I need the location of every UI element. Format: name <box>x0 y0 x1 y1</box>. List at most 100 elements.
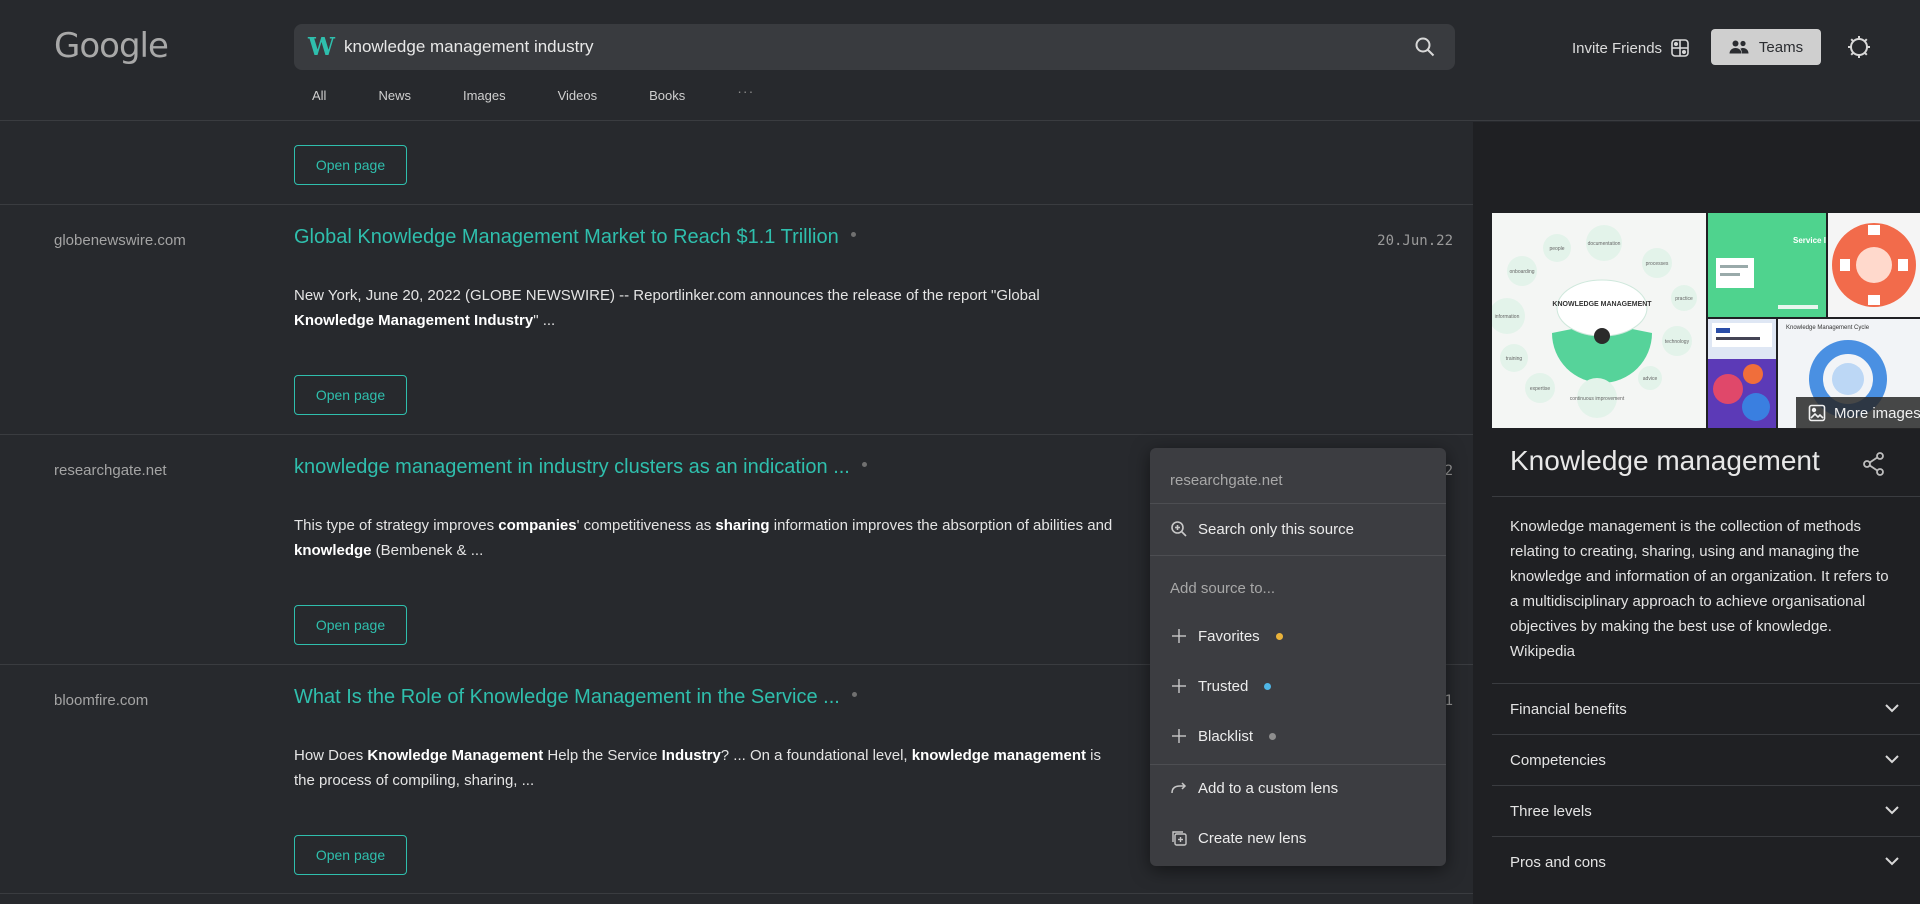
plus-icon <box>1172 679 1186 693</box>
add-custom-lens-item[interactable]: Add to a custom lens <box>1170 779 1338 797</box>
image-grid[interactable]: KNOWLEDGE MANAGEMENT people documentatio… <box>1492 213 1920 429</box>
result-snippet: This type of strategy improves companies… <box>294 513 1114 563</box>
service-image-label: Service I <box>1793 236 1826 245</box>
diagram-node-label: people <box>1549 246 1564 252</box>
km-cycle-label: Knowledge Management Cycle <box>1786 325 1870 331</box>
result-title[interactable]: Global Knowledge Management Market to Re… <box>294 226 856 249</box>
menu-section-label: Add source to... <box>1170 580 1276 597</box>
accordion-financial-benefits[interactable]: Financial benefits <box>1492 683 1920 734</box>
cycle-image[interactable] <box>1828 213 1920 317</box>
snippet-highlight: Industry <box>661 747 721 764</box>
panel-description: Knowledge management is the collection o… <box>1510 518 1889 660</box>
tab-books[interactable]: Books <box>649 88 685 104</box>
tab-more[interactable]: ··· <box>737 83 754 99</box>
diagram-node-label: technology <box>1665 339 1690 345</box>
open-page-button[interactable]: Open page <box>294 375 407 415</box>
snippet-highlight: knowledge management <box>911 747 1086 764</box>
zoom-in-icon <box>1171 521 1187 537</box>
diagram-node-label: expertise <box>1530 386 1551 392</box>
result-title[interactable]: knowledge management in industry cluster… <box>294 456 867 479</box>
favorites-dot <box>1275 632 1283 640</box>
snippet-highlight: Knowledge Management <box>367 747 544 764</box>
result-domain[interactable]: researchgate.net <box>54 462 167 479</box>
snippet-text: New York, June 20, 2022 (GLOBE NEWSWIRE)… <box>294 287 1040 304</box>
blacklist-item[interactable]: Blacklist <box>1170 727 1277 745</box>
search-input[interactable]: knowledge management industry <box>344 37 593 57</box>
menu-divider <box>1150 764 1446 765</box>
snippet-highlight: knowledge <box>294 542 372 559</box>
chevron-down-icon <box>1885 857 1899 866</box>
km-diagram-image[interactable]: KNOWLEDGE MANAGEMENT people documentatio… <box>1492 213 1706 428</box>
diagram-node-label: training <box>1506 356 1523 362</box>
teams-button[interactable]: Teams <box>1711 29 1821 65</box>
panel-divider <box>1492 496 1920 497</box>
google-logo[interactable]: Google <box>54 26 169 66</box>
result-domain[interactable]: globenewswire.com <box>54 232 186 249</box>
open-page-button[interactable]: Open page <box>294 605 407 645</box>
result-title-link[interactable]: Global Knowledge Management Market to Re… <box>294 226 839 248</box>
search-icon[interactable] <box>1413 35 1437 59</box>
chevron-down-icon <box>1885 755 1899 764</box>
more-images-button[interactable]: More images <box>1796 397 1920 429</box>
create-new-lens-item[interactable]: Create new lens <box>1170 829 1306 847</box>
menu-item-label: Favorites <box>1198 627 1260 645</box>
snippet-text: ' competitiveness as <box>576 517 716 534</box>
snippet-text: This type of strategy improves <box>294 517 499 534</box>
diagram-node-label: advice <box>1643 376 1658 382</box>
tab-videos[interactable]: Videos <box>558 88 598 104</box>
people-icon <box>1729 40 1749 54</box>
open-page-button[interactable]: Open page <box>294 835 407 875</box>
search-only-source-item[interactable]: Search only this source <box>1170 520 1354 538</box>
snippet-text: ? ... On a foundational level, <box>720 747 912 764</box>
snippet-highlight: sharing <box>715 517 770 534</box>
menu-item-label: Blacklist <box>1198 727 1254 745</box>
tab-all[interactable]: All <box>312 88 326 104</box>
accordion-label: Pros and cons <box>1510 854 1606 871</box>
result-domain[interactable]: bloomfire.com <box>54 692 148 709</box>
more-images-label: More images <box>1834 404 1920 422</box>
favorites-item[interactable]: Favorites <box>1170 627 1283 645</box>
accordion-pros-and-cons[interactable]: Pros and cons <box>1492 836 1920 887</box>
open-page-button[interactable]: Open page <box>294 145 407 185</box>
accordion-label: Three levels <box>1510 803 1592 820</box>
settings-icon[interactable] <box>1846 34 1872 60</box>
image-icon <box>1808 404 1826 422</box>
forward-arrow-icon <box>1171 782 1187 794</box>
chevron-down-icon <box>1885 806 1899 815</box>
tab-images[interactable]: Images <box>463 88 506 104</box>
snippet-text: How Does <box>294 747 368 764</box>
search-bar[interactable]: W knowledge management industry <box>294 24 1455 70</box>
trusted-item[interactable]: Trusted <box>1170 677 1272 695</box>
header: Google W knowledge management industry A… <box>0 0 1920 121</box>
snippet-text: " ... <box>533 312 556 329</box>
status-dot <box>851 692 857 698</box>
snippet-highlight: companies <box>498 517 577 534</box>
snippet-text: Help the Service <box>543 747 662 764</box>
tab-news[interactable]: News <box>378 88 411 104</box>
status-dot <box>850 232 856 238</box>
search-source-badge: W <box>308 32 335 61</box>
snippet-text: information improves the absorption of a… <box>769 517 1113 534</box>
source-context-menu: researchgate.net Search only this source… <box>1150 448 1446 866</box>
result-title-link[interactable]: What Is the Role of Knowledge Management… <box>294 686 840 708</box>
invite-friends-button[interactable]: Invite Friends <box>1572 38 1690 58</box>
knowledge-panel: KNOWLEDGE MANAGEMENT people documentatio… <box>1473 122 1920 904</box>
accordion-competencies[interactable]: Competencies <box>1492 734 1920 785</box>
accordion-three-levels[interactable]: Three levels <box>1492 785 1920 836</box>
result-snippet: How Does Knowledge Management Help the S… <box>294 743 1114 793</box>
diagram-center-label: KNOWLEDGE MANAGEMENT <box>1552 301 1652 308</box>
result-title[interactable]: What Is the Role of Knowledge Management… <box>294 686 857 709</box>
teams-label: Teams <box>1758 38 1804 56</box>
result-title-link[interactable]: knowledge management in industry cluster… <box>294 456 850 478</box>
blacklist-dot <box>1269 732 1277 740</box>
menu-item-label: Trusted <box>1198 677 1249 695</box>
snippet-highlight: Knowledge Management Industry <box>294 312 534 329</box>
service-image[interactable]: Service I <box>1708 213 1826 317</box>
invite-icon <box>1671 39 1689 57</box>
pharma-image[interactable] <box>1708 319 1776 428</box>
share-icon[interactable] <box>1861 451 1887 477</box>
invite-friends-label: Invite Friends <box>1572 39 1663 57</box>
diagram-node-label: continuous improvement <box>1570 396 1625 402</box>
trusted-dot <box>1264 682 1272 690</box>
menu-item-label: Add to a custom lens <box>1198 779 1339 797</box>
